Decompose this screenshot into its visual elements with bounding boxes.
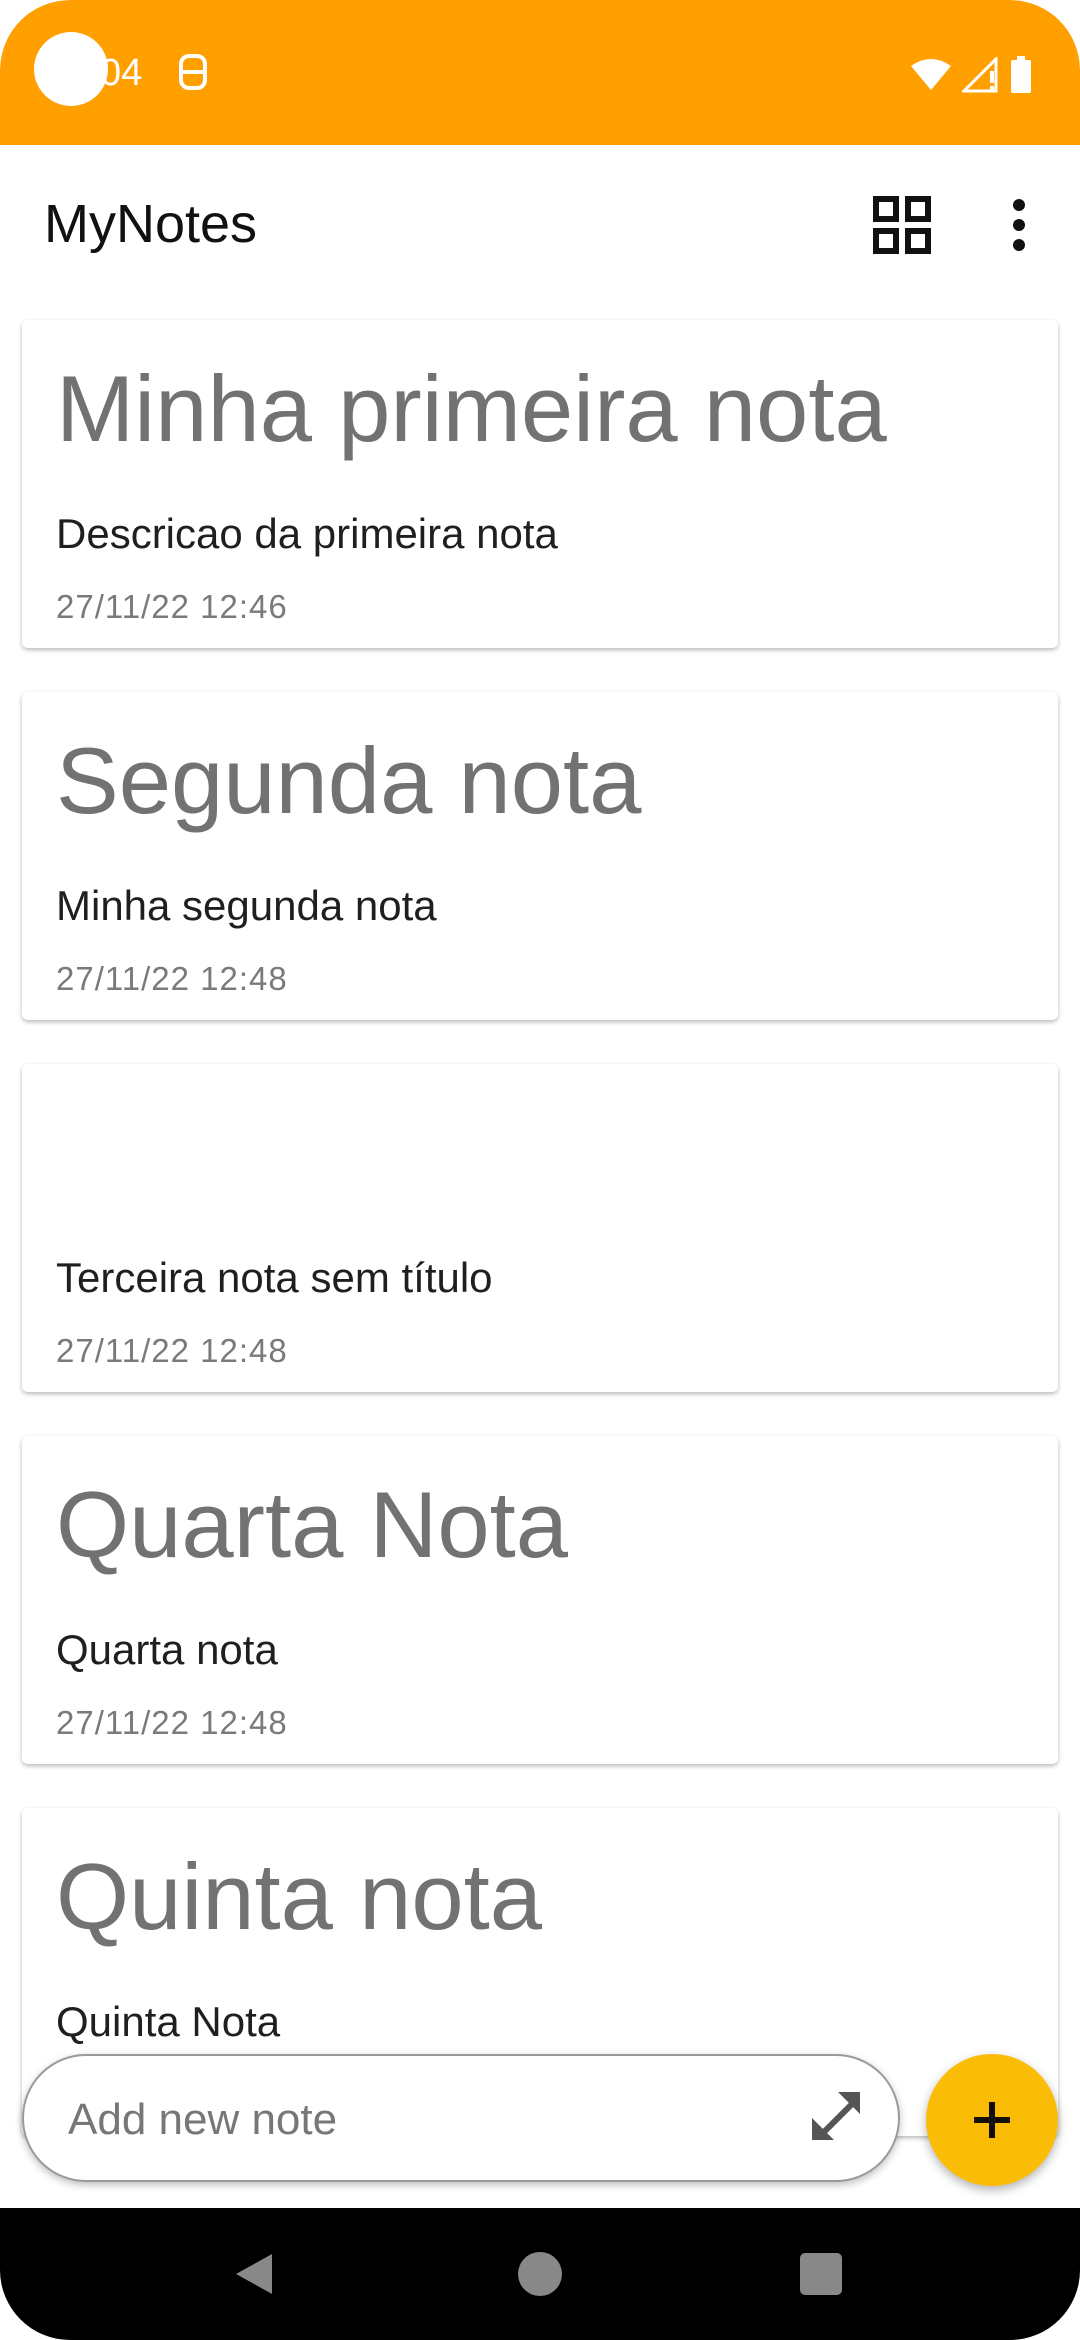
plus-icon [926, 2054, 1058, 2186]
note-title: Segunda nota [56, 728, 642, 833]
home-icon[interactable] [518, 2252, 562, 2296]
app-bar: MyNotes [0, 145, 1080, 305]
add-note-fab[interactable] [926, 2054, 1058, 2186]
note-description: Terceira nota sem título [56, 1254, 493, 1301]
note-description: Quinta Nota [56, 1998, 281, 2045]
status-icons [910, 55, 1032, 99]
note-title: Quarta Nota [56, 1472, 569, 1577]
note-date: 27/11/22 12:48 [56, 1332, 288, 1369]
expand-icon[interactable] [804, 2084, 872, 2152]
battery-icon [1010, 56, 1032, 99]
note-title: Quinta nota [56, 1844, 543, 1949]
note-card[interactable]: Minha primeira nota Descricao da primeir… [22, 320, 1058, 648]
navigation-bar [0, 2208, 1080, 2340]
signal-icon [960, 55, 1000, 98]
note-date: 27/11/22 12:48 [56, 1704, 288, 1741]
note-description: Quarta nota [56, 1626, 278, 1673]
note-card[interactable]: Terceira nota sem título 27/11/22 12:48 [22, 1064, 1058, 1392]
status-bar: 04 [0, 0, 1080, 145]
note-card[interactable]: Segunda nota Minha segunda nota 27/11/22… [22, 692, 1058, 1020]
note-description: Descricao da primeira nota [56, 510, 558, 557]
back-icon[interactable] [234, 2252, 274, 2301]
recents-icon[interactable] [800, 2253, 842, 2295]
grid-view-icon[interactable] [872, 195, 932, 255]
note-card[interactable]: Quarta Nota Quarta nota 27/11/22 12:48 [22, 1436, 1058, 1764]
add-note-input[interactable] [66, 2078, 790, 2162]
note-title: Minha primeira nota [56, 356, 887, 461]
more-vert-icon[interactable] [996, 195, 1042, 255]
wifi-icon [910, 58, 952, 97]
note-date: 27/11/22 12:46 [56, 588, 288, 625]
add-note-bar [22, 2054, 900, 2182]
app-title: MyNotes [44, 194, 258, 254]
camera-cutout [34, 32, 108, 106]
screen: 04 MyNotes Minha primeira nota Descricao… [0, 0, 1080, 2340]
status-time: 04 [100, 52, 143, 94]
notification-s-icon [178, 52, 208, 97]
note-description: Minha segunda nota [56, 882, 437, 929]
note-date: 27/11/22 12:48 [56, 960, 288, 997]
